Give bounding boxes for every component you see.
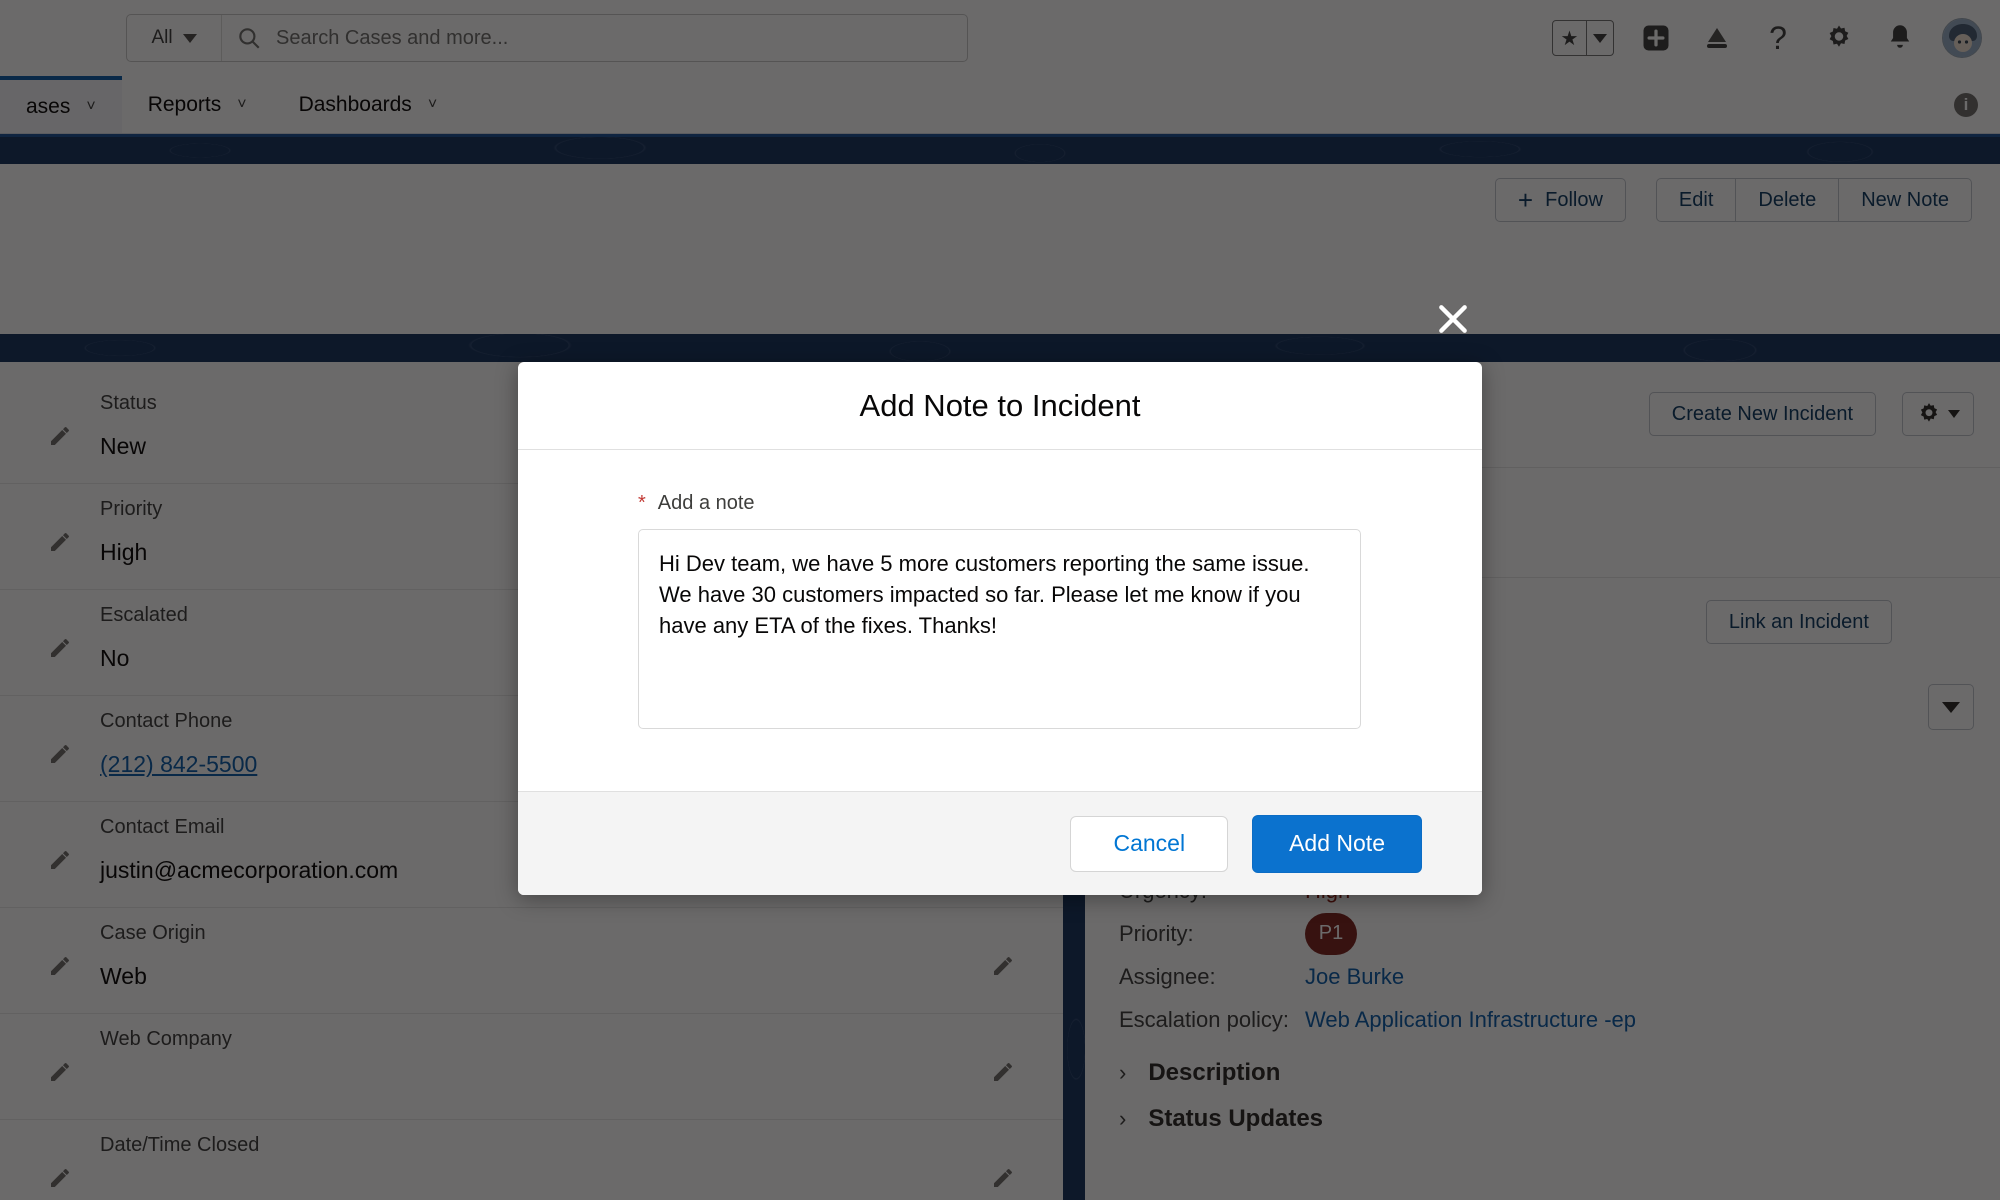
required-marker: * bbox=[638, 492, 646, 515]
modal-footer: Cancel Add Note bbox=[518, 791, 1482, 895]
close-icon bbox=[1433, 299, 1473, 339]
app-root: All ★ bbox=[0, 0, 2000, 1200]
add-note-modal: Add Note to Incident * Add a note Cancel… bbox=[518, 362, 1482, 895]
note-label-row: * Add a note bbox=[638, 492, 1362, 515]
add-note-submit-button[interactable]: Add Note bbox=[1252, 815, 1422, 873]
note-field-label: Add a note bbox=[658, 492, 755, 515]
cancel-button[interactable]: Cancel bbox=[1070, 816, 1228, 872]
note-textarea[interactable] bbox=[638, 529, 1361, 729]
modal-body: * Add a note bbox=[518, 450, 1482, 791]
modal-header: Add Note to Incident bbox=[518, 362, 1482, 450]
add-note-submit-label: Add Note bbox=[1289, 830, 1385, 856]
cancel-button-label: Cancel bbox=[1113, 830, 1185, 856]
modal-close-button[interactable] bbox=[1429, 295, 1477, 343]
modal-title: Add Note to Incident bbox=[860, 388, 1141, 424]
